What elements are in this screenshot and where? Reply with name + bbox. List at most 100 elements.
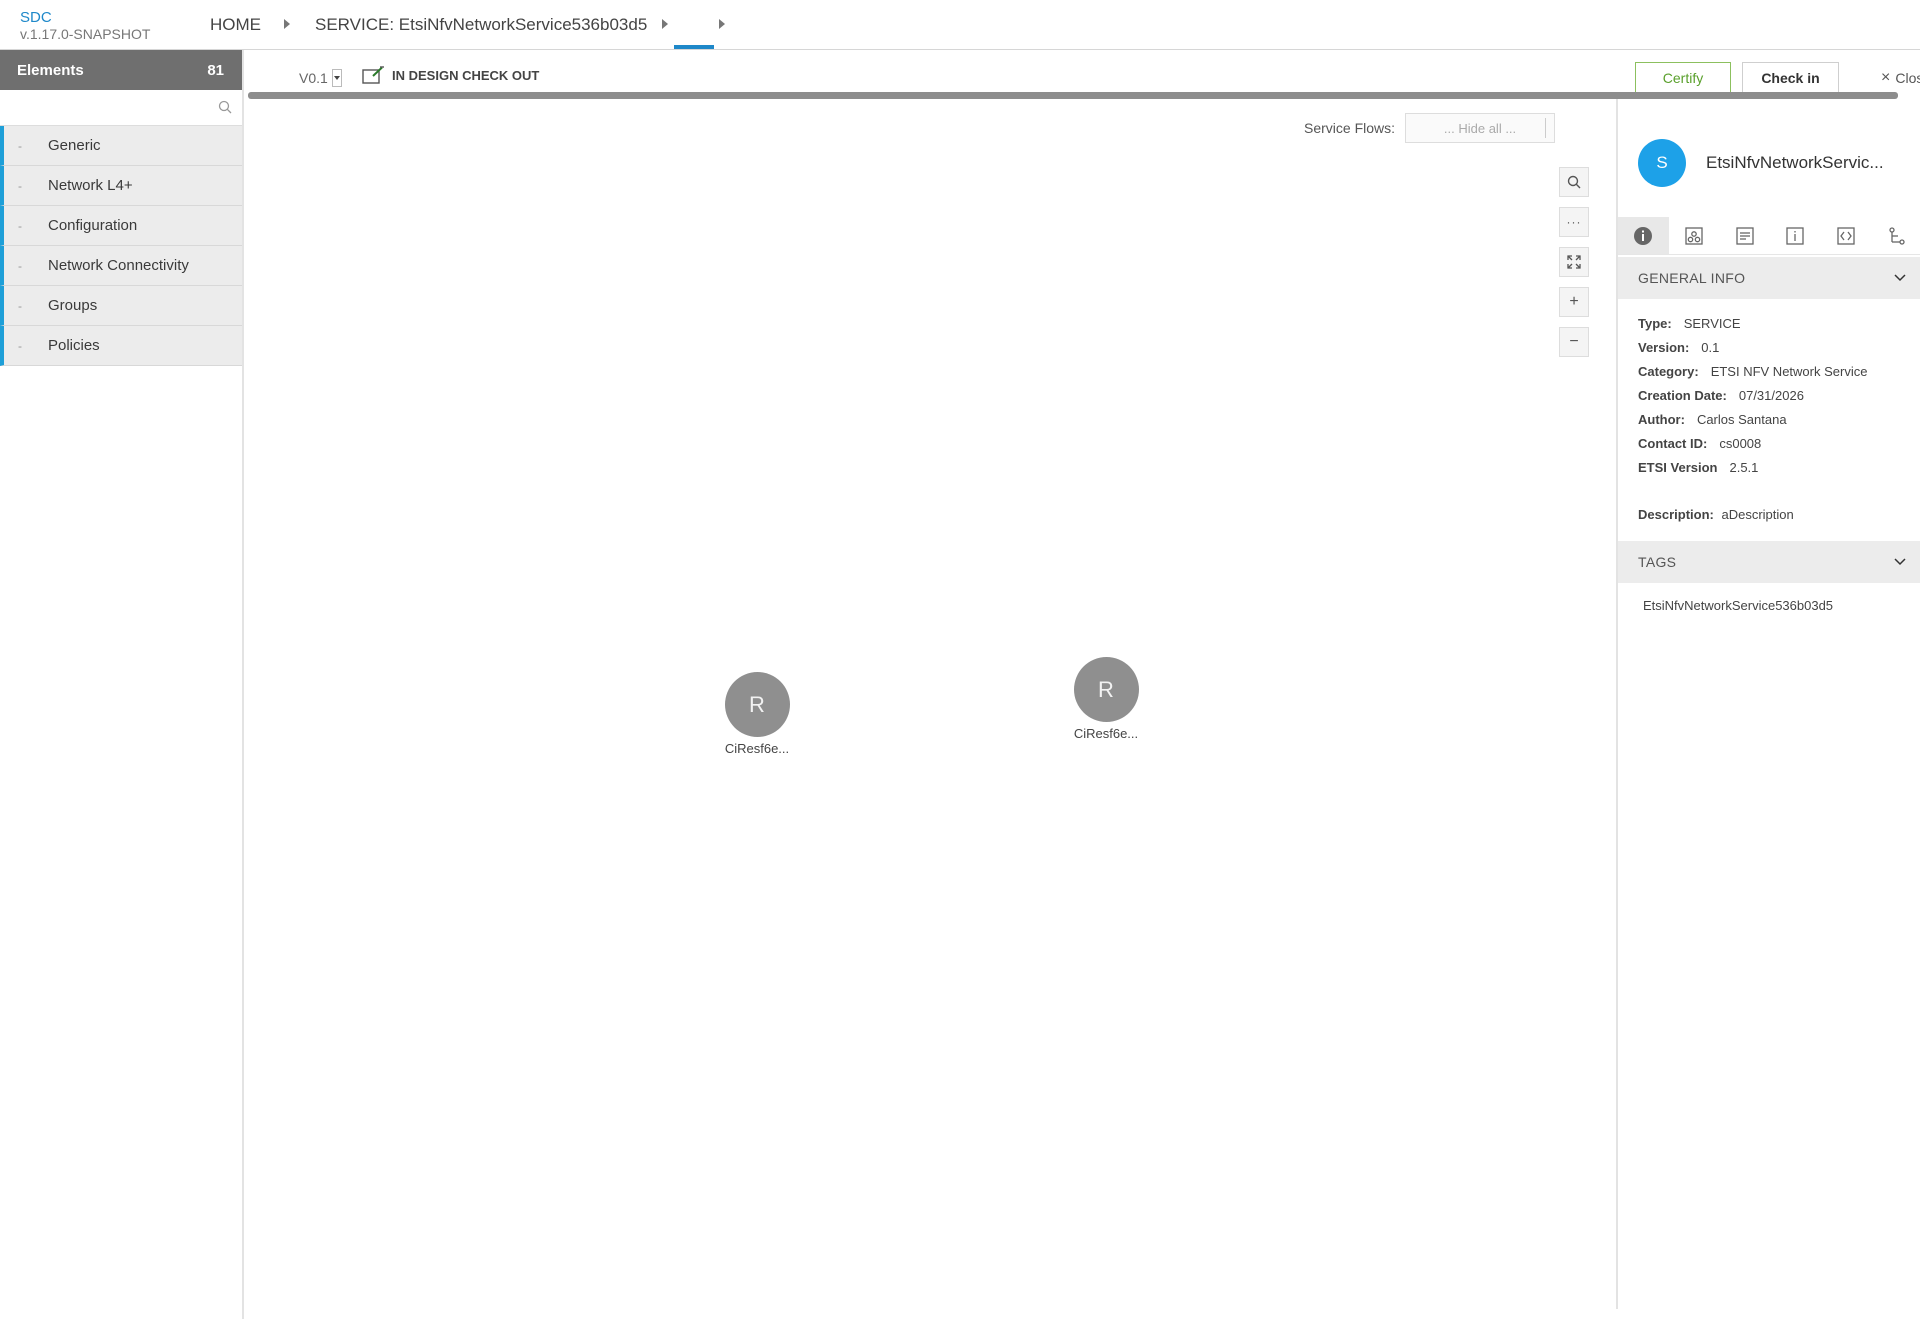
field-key: ETSI Version — [1638, 459, 1718, 475]
minus-icon: − — [1569, 333, 1579, 350]
palette-search-input[interactable] — [0, 90, 242, 125]
service-flows-select[interactable]: ... Hide all ... — [1405, 113, 1556, 143]
version-selector[interactable]: V0.1 — [299, 69, 342, 87]
expand-icon: - — [18, 138, 22, 153]
category-generic[interactable]: - Generic — [0, 126, 242, 166]
elements-count: 81 — [207, 61, 224, 79]
certify-button[interactable]: Certify — [1635, 62, 1731, 92]
avatar: S — [1638, 139, 1686, 187]
info-row-version: Version: 0.1 — [1638, 335, 1867, 359]
composition-canvas[interactable]: Service Flows: ... Hide all ... ··· + − … — [246, 99, 1862, 1309]
expand-icon: - — [18, 178, 22, 193]
tags-section-header[interactable]: TAGS — [1618, 541, 1920, 583]
info-row-etsi-version: ETSI Version 2.5.1 — [1638, 455, 1867, 479]
field-key: Category: — [1638, 363, 1699, 379]
field-key: Creation Date: — [1638, 387, 1727, 403]
zoom-in-button[interactable]: + — [1559, 287, 1589, 317]
canvas-node[interactable]: R CiResf6e... — [707, 672, 807, 756]
field-value: SERVICE — [1683, 315, 1741, 331]
category-label: Configuration — [48, 217, 138, 234]
general-info-title: GENERAL INFO — [1638, 270, 1746, 286]
tags-title: TAGS — [1638, 554, 1677, 570]
field-value: cs0008 — [1719, 435, 1762, 451]
ellipsis-icon: ··· — [1566, 215, 1582, 229]
category-label: Policies — [48, 337, 100, 354]
close-button[interactable]: × Close — [1881, 69, 1920, 87]
service-flows: Service Flows: ... Hide all ... — [1304, 113, 1556, 143]
field-key: Type: — [1638, 315, 1672, 331]
tab-informational-artifacts[interactable] — [1719, 217, 1770, 254]
lifecycle-status-text: IN DESIGN CHECK OUT — [392, 67, 540, 83]
app-logo[interactable]: SDC v.1.17.0-SNAPSHOT — [20, 9, 151, 43]
service-flows-label: Service Flows: — [1304, 120, 1396, 136]
category-label: Generic — [48, 137, 101, 154]
search-icon[interactable] — [218, 100, 232, 119]
field-key: Author: — [1638, 411, 1685, 427]
field-key: Contact ID: — [1638, 435, 1708, 451]
info-row-contact-id: Contact ID: cs0008 — [1638, 431, 1867, 455]
breadcrumb-arrow-icon[interactable] — [719, 19, 725, 29]
artifacts-icon — [1685, 226, 1703, 245]
code-icon — [1837, 226, 1855, 245]
info-circle-icon — [1634, 226, 1653, 245]
node-icon: R — [1073, 657, 1139, 722]
field-value: 0.1 — [1701, 339, 1720, 355]
general-info-fields: Type: SERVICE Version: 0.1 Category: ETS… — [1638, 311, 1867, 479]
top-header: SDC v.1.17.0-SNAPSHOT HOME SERVICE: Etsi… — [0, 0, 1920, 50]
tab-api[interactable] — [1821, 217, 1872, 254]
close-icon: × — [1881, 69, 1891, 86]
field-key: Version: — [1638, 339, 1690, 355]
app-name: SDC — [20, 9, 52, 26]
breadcrumb-service[interactable]: SERVICE: EtsiNfvNetworkService536b03d5 — [315, 15, 647, 35]
details-tabs — [1618, 217, 1920, 255]
description-value: aDescription — [1721, 507, 1794, 522]
search-icon — [1567, 175, 1581, 189]
general-info-section-header[interactable]: GENERAL INFO — [1618, 257, 1920, 299]
service-header: S EtsiNfvNetworkServic... — [1638, 139, 1884, 187]
chevron-down-icon[interactable] — [331, 69, 342, 87]
description-key: Description: — [1638, 507, 1714, 522]
zoom-out-button[interactable]: − — [1559, 327, 1589, 357]
horizontal-scrollbar[interactable] — [248, 92, 1898, 99]
more-options-button[interactable]: ··· — [1559, 207, 1589, 237]
info-row-category: Category: ETSI NFV Network Service — [1638, 359, 1867, 383]
expand-icon: - — [18, 218, 22, 233]
document-icon — [1736, 226, 1754, 245]
fit-to-screen-button[interactable] — [1559, 247, 1589, 277]
breadcrumb-home[interactable]: HOME — [210, 15, 261, 35]
palette-search — [0, 90, 242, 126]
app-version: v.1.17.0-SNAPSHOT — [20, 26, 151, 42]
workspace-toolbar: V0.1 IN DESIGN CHECK OUT Certify Check i… — [246, 50, 1920, 92]
lifecycle-status: IN DESIGN CHECK OUT — [362, 66, 539, 84]
info-row-type: Type: SERVICE — [1638, 311, 1867, 335]
checkout-edit-icon — [362, 66, 384, 84]
info-row-author: Author: Carlos Santana — [1638, 407, 1867, 431]
canvas-search-button[interactable] — [1559, 167, 1589, 197]
field-value: ETSI NFV Network Service — [1710, 363, 1868, 379]
info-row-creation-date: Creation Date: 07/31/2026 — [1638, 383, 1867, 407]
tab-deployment-artifacts[interactable] — [1669, 217, 1720, 254]
category-network-connectivity[interactable]: - Network Connectivity — [0, 246, 242, 286]
breadcrumb-arrow-icon[interactable] — [284, 19, 290, 29]
chevron-down-icon — [1894, 274, 1906, 282]
category-groups[interactable]: - Groups — [0, 286, 242, 326]
service-name: EtsiNfvNetworkServic... — [1706, 153, 1884, 172]
tab-composition[interactable] — [1871, 217, 1920, 254]
elements-title: Elements — [17, 61, 84, 79]
node-icon: R — [724, 672, 790, 737]
field-value: 07/31/2026 — [1738, 387, 1804, 403]
chevron-down-icon — [1894, 558, 1906, 566]
category-label: Network L4+ — [48, 177, 133, 194]
tab-general-info[interactable] — [1618, 217, 1669, 254]
check-in-button[interactable]: Check in — [1742, 62, 1839, 92]
category-network-l4[interactable]: - Network L4+ — [0, 166, 242, 206]
active-breadcrumb-indicator — [674, 45, 714, 49]
version-value: V0.1 — [299, 70, 328, 86]
category-label: Groups — [48, 297, 98, 314]
tab-properties[interactable] — [1770, 217, 1821, 254]
breadcrumb-arrow-icon[interactable] — [662, 19, 668, 29]
category-policies[interactable]: - Policies — [0, 326, 242, 366]
category-configuration[interactable]: - Configuration — [0, 206, 242, 246]
canvas-node[interactable]: R CiResf6e... — [1056, 657, 1156, 741]
field-value: 2.5.1 — [1729, 459, 1759, 475]
